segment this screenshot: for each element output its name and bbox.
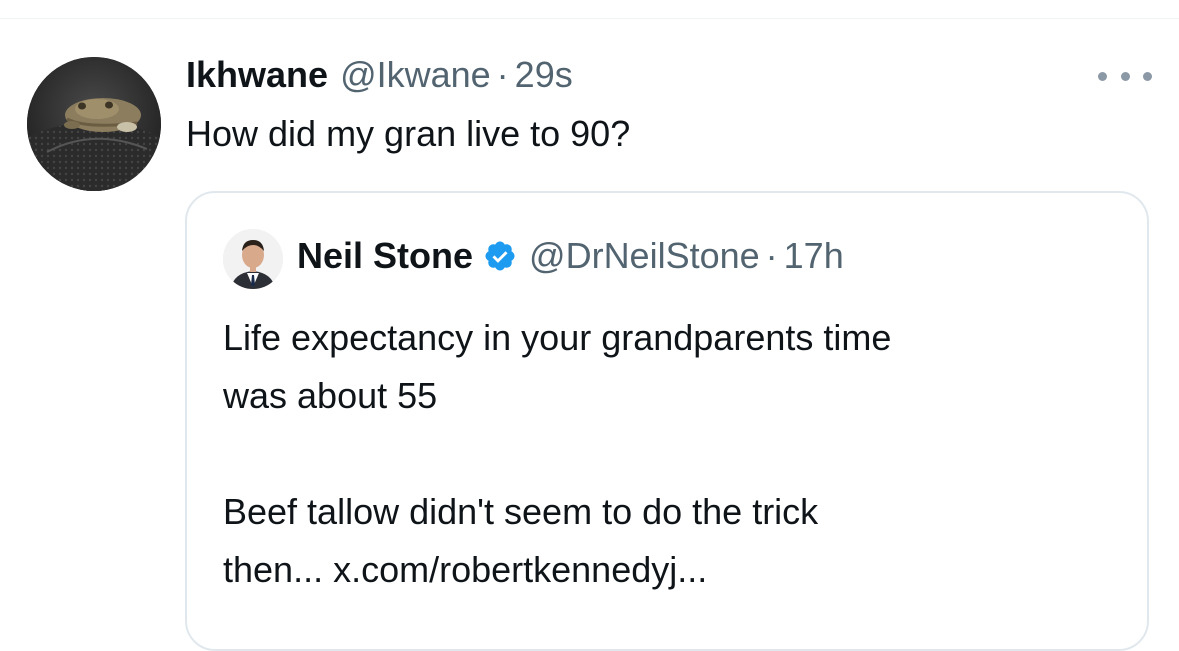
quoted-separator-dot: · xyxy=(765,235,778,276)
tweet-header: Ikhwane @Ikwane · 29s xyxy=(186,54,573,102)
tweet-timestamp[interactable]: 29s xyxy=(515,54,573,96)
author-display-name[interactable]: Ikhwane xyxy=(186,54,328,96)
quoted-text-line-with-link[interactable]: then... x.com/robertkennedyj... xyxy=(223,541,1123,599)
more-options-icon[interactable] xyxy=(1098,64,1152,88)
person-avatar-image xyxy=(223,229,283,289)
author-handle[interactable]: @Ikwane xyxy=(340,54,491,96)
quoted-tweet-text: Life expectancy in your grandparents tim… xyxy=(223,309,1123,599)
quoted-tweet[interactable]: Neil Stone @DrNeilStone · 17h Life expec… xyxy=(185,191,1149,651)
more-dot-3 xyxy=(1143,71,1152,81)
quoted-tweet-timestamp[interactable]: 17h xyxy=(784,235,844,277)
quoted-text-line: Beef tallow didn't seem to do the trick xyxy=(223,491,819,532)
quoted-tweet-header: Neil Stone @DrNeilStone · 17h xyxy=(297,235,844,277)
tweet-text: How did my gran live to 90? xyxy=(186,113,631,154)
tweet[interactable]: Ikhwane @Ikwane · 29s How did my gran li… xyxy=(0,19,1179,651)
more-dot-2 xyxy=(1120,71,1130,81)
more-dot-1 xyxy=(1098,71,1107,81)
quoted-author-avatar[interactable] xyxy=(223,229,283,289)
verified-badge-icon xyxy=(485,241,515,271)
quoted-text-line: was about 55 xyxy=(223,375,438,416)
author-avatar[interactable] xyxy=(27,57,161,191)
frog-avatar-image xyxy=(27,57,161,191)
separator-dot: · xyxy=(496,54,509,95)
quoted-author-handle[interactable]: @DrNeilStone xyxy=(529,235,760,277)
quoted-text-line: Life expectancy in your grandparents tim… xyxy=(223,317,892,358)
quoted-text-blank-line xyxy=(223,425,1123,483)
quoted-author-display-name[interactable]: Neil Stone xyxy=(297,235,473,277)
